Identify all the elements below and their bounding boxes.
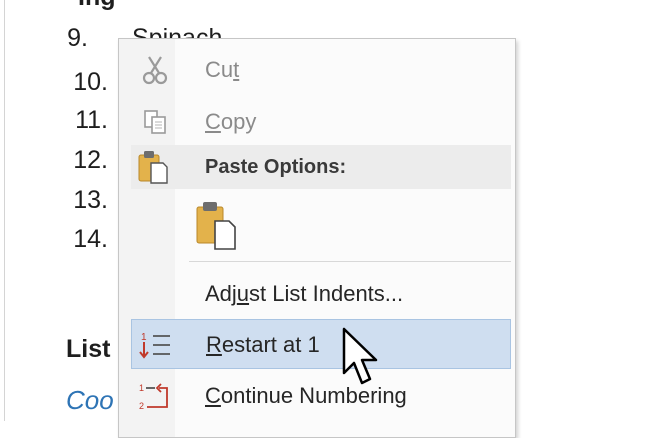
list-number-12: 12.: [73, 146, 108, 174]
svg-text:1: 1: [139, 383, 144, 393]
paste-options-header: Paste Options:: [131, 145, 511, 189]
paste-options-label: Paste Options:: [205, 156, 347, 178]
menu-item-copy-label: Copy: [205, 109, 257, 134]
menu-item-adjust-list-indents[interactable]: Adjust List Indents...: [131, 269, 511, 319]
context-menu: Cut Copy Paste Options: Adjust List Inde…: [118, 38, 516, 438]
mouse-pointer-icon: [342, 327, 378, 385]
list-number-11: 11.: [75, 106, 108, 134]
continue-numbering-icon: 1 2: [139, 383, 168, 411]
cookie-heading: Coo: [66, 385, 114, 415]
list-number-9: 9.: [67, 24, 88, 52]
copy-icon: [144, 110, 166, 134]
restart-numbering-icon: 1: [139, 332, 170, 359]
paste-keep-text-button[interactable]: [191, 199, 245, 255]
menu-item-copy[interactable]: Copy: [131, 97, 511, 147]
list-number-14: 14.: [73, 225, 108, 253]
menu-item-restart-label: Restart at 1: [206, 332, 320, 357]
svg-text:1: 1: [141, 332, 147, 343]
paste-keep-text-icon: [196, 202, 236, 250]
list-number-10: 10.: [73, 68, 108, 96]
scissors-icon: [142, 56, 168, 85]
menu-item-adjust-indents-label: Adjust List Indents...: [205, 281, 404, 306]
menu-item-cut[interactable]: Cut: [131, 45, 511, 95]
menu-item-continue-numbering[interactable]: 1 2 Continue Numbering: [131, 371, 511, 421]
menu-separator: [189, 261, 511, 262]
list-number-13: 13.: [73, 186, 108, 214]
document-heading-partial: Ing: [78, 0, 116, 12]
menu-item-restart-at-1[interactable]: 1 Restart at 1: [131, 319, 511, 369]
clipboard-icon: [138, 151, 168, 184]
svg-text:2: 2: [139, 401, 144, 411]
menu-item-cut-label: Cut: [205, 57, 240, 82]
